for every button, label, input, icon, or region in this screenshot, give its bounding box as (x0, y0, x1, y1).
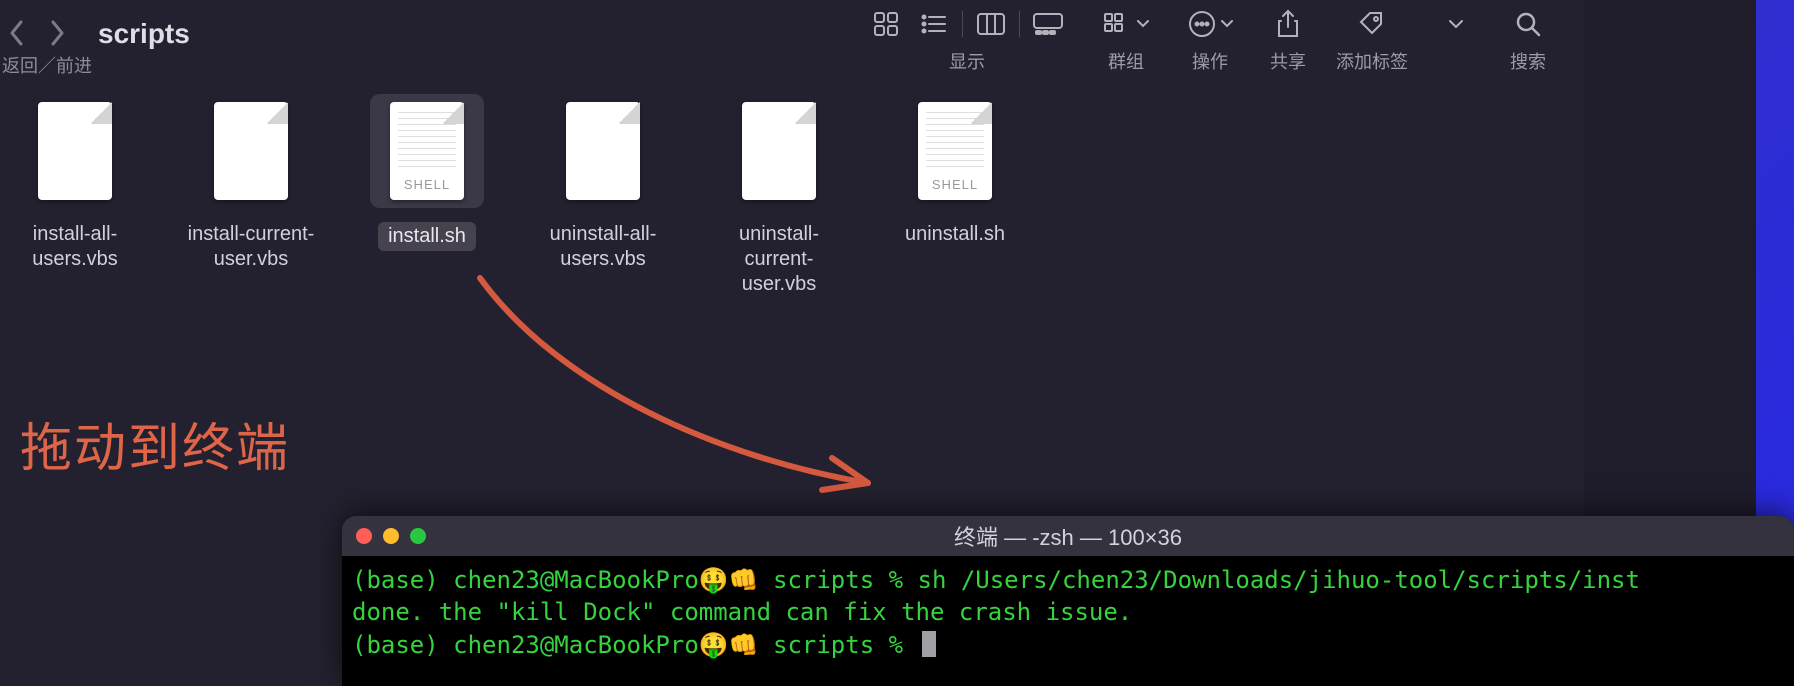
nav-buttons (2, 16, 72, 50)
terminal-window[interactable]: 终端 — -zsh — 100×36 (base) chen23@MacBook… (342, 516, 1794, 686)
folder-title: scripts (98, 18, 190, 50)
action-label: 操作 (1192, 48, 1228, 74)
file-item[interactable]: uninstall-current-user.vbs (714, 94, 844, 297)
shell-file-icon: SHELL (390, 102, 464, 200)
file-item[interactable]: install-current-user.vbs (186, 94, 316, 297)
forward-button[interactable] (42, 16, 72, 50)
file-item[interactable]: install-all-users.vbs (10, 94, 140, 297)
terminal-line: (base) chen23@MacBookPro🤑👊 scripts % (352, 629, 1784, 661)
share-label: 共享 (1270, 48, 1306, 74)
file-item[interactable]: SHELL uninstall.sh (890, 94, 1020, 297)
toolbar-divider (1019, 11, 1020, 37)
view-list-button[interactable] (910, 4, 958, 44)
terminal-titlebar[interactable]: 终端 — -zsh — 100×36 (342, 516, 1794, 556)
terminal-cursor (922, 631, 936, 657)
tags-button[interactable] (1348, 4, 1396, 44)
shell-badge: SHELL (932, 177, 978, 192)
finder-toolbar: 返回／前进 scripts (0, 0, 1584, 80)
group-label: 群组 (1108, 48, 1144, 74)
dropdown-cluster (1432, 4, 1480, 69)
toolbar-right: 显示 群组 (850, 4, 1564, 74)
file-name: uninstall-current-user.vbs (714, 222, 844, 297)
group-button[interactable] (1096, 4, 1156, 44)
file-icon-wrap (722, 94, 836, 208)
group-cluster: 群组 (1096, 4, 1156, 74)
search-label: 搜索 (1510, 48, 1546, 74)
file-name: uninstall.sh (905, 222, 1005, 247)
files-area[interactable]: install-all-users.vbs install-current-use… (0, 80, 1584, 311)
shell-badge: SHELL (404, 177, 450, 192)
file-item[interactable]: uninstall-all-users.vbs (538, 94, 668, 297)
tags-cluster: 添加标签 (1336, 4, 1408, 74)
back-button[interactable] (2, 16, 32, 50)
file-icon-wrap (546, 94, 660, 208)
close-button[interactable] (356, 528, 372, 544)
file-name: install-current-user.vbs (186, 222, 316, 272)
file-icon-wrap (194, 94, 308, 208)
generic-file-icon (742, 102, 816, 200)
action-cluster: 操作 (1180, 4, 1240, 74)
search-button[interactable] (1504, 4, 1552, 44)
toolbar-divider (962, 11, 963, 37)
toolbar-overflow-button[interactable] (1432, 4, 1480, 44)
overflow-spacer (1453, 48, 1458, 69)
file-name: install-all-users.vbs (10, 222, 140, 272)
share-button[interactable] (1264, 4, 1312, 44)
generic-file-icon (566, 102, 640, 200)
traffic-lights (356, 528, 426, 544)
file-icon-wrap: SHELL (898, 94, 1012, 208)
view-cluster: 显示 (862, 4, 1072, 74)
share-cluster: 共享 (1264, 4, 1312, 74)
minimize-button[interactable] (383, 528, 399, 544)
view-label: 显示 (949, 48, 985, 74)
file-preview-lines (398, 112, 456, 168)
file-icon-wrap: SHELL (370, 94, 484, 208)
file-name: uninstall-all-users.vbs (538, 222, 668, 272)
view-icons-button[interactable] (862, 4, 910, 44)
file-name: install.sh (378, 222, 476, 251)
view-columns-button[interactable] (967, 4, 1015, 44)
zoom-button[interactable] (410, 528, 426, 544)
file-icon-wrap (18, 94, 132, 208)
terminal-title: 终端 — -zsh — 100×36 (342, 520, 1794, 552)
annotation-text: 拖动到终端 (20, 406, 290, 481)
tags-label: 添加标签 (1336, 48, 1408, 74)
action-button[interactable] (1180, 4, 1240, 44)
file-preview-lines (926, 112, 984, 168)
nav-sub-label: 返回／前进 (2, 52, 92, 78)
search-cluster: 搜索 (1504, 4, 1552, 74)
terminal-body[interactable]: (base) chen23@MacBookPro🤑👊 scripts % sh … (342, 556, 1794, 669)
generic-file-icon (214, 102, 288, 200)
terminal-line: done. the "kill Dock" command can fix th… (352, 596, 1784, 628)
file-item[interactable]: SHELL install.sh (362, 94, 492, 297)
generic-file-icon (38, 102, 112, 200)
view-gallery-button[interactable] (1024, 4, 1072, 44)
shell-file-icon: SHELL (918, 102, 992, 200)
terminal-line: (base) chen23@MacBookPro🤑👊 scripts % sh … (352, 564, 1784, 596)
